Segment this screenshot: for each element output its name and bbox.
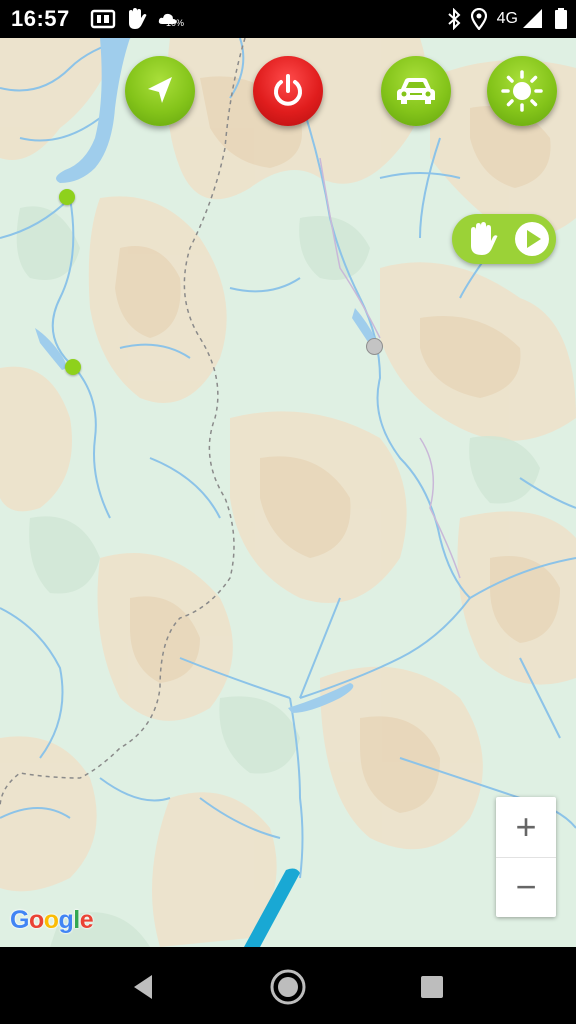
waypoint-marker-green[interactable]	[65, 359, 81, 375]
map-view[interactable]: + − Google	[0, 38, 576, 947]
brightness-button[interactable]	[487, 56, 557, 126]
back-icon	[134, 975, 152, 999]
recents-button[interactable]	[412, 967, 452, 1007]
zoom-controls: + −	[496, 797, 556, 917]
home-icon	[270, 969, 306, 1005]
zoom-out-button[interactable]: −	[496, 857, 556, 917]
status-time: 16:57	[11, 6, 70, 31]
gesture-control-toggle[interactable]	[452, 214, 556, 264]
network-type: 4G	[496, 10, 518, 27]
play-icon	[515, 222, 549, 256]
navigate-button[interactable]	[125, 56, 195, 126]
hand-gesture-icon	[129, 8, 147, 29]
car-mode-button[interactable]	[381, 56, 451, 126]
google-logo-text: Google	[10, 906, 94, 934]
current-location-marker[interactable]	[366, 338, 383, 355]
navigation-arrow-icon	[148, 77, 172, 103]
navigation-bar	[0, 947, 576, 1024]
zoom-in-button[interactable]: +	[496, 797, 556, 858]
sun-icon	[501, 70, 543, 112]
location-icon	[470, 8, 487, 30]
battery-icon	[555, 8, 567, 29]
recents-icon	[421, 976, 443, 998]
hand-icon	[471, 222, 498, 255]
home-button[interactable]	[268, 967, 308, 1007]
status-bar: 16:57 10% 4G	[0, 0, 576, 38]
waypoint-marker-green[interactable]	[59, 189, 75, 205]
back-button[interactable]	[123, 967, 163, 1007]
power-icon	[274, 74, 302, 106]
power-button[interactable]	[253, 56, 323, 126]
portrait-mode-icon	[90, 9, 116, 29]
terrain-map	[0, 38, 576, 947]
car-icon	[397, 78, 435, 104]
bluetooth-icon	[447, 8, 461, 30]
signal-icon	[523, 9, 542, 28]
weather-percent: 10%	[166, 18, 185, 28]
google-logo: Google	[10, 906, 94, 935]
